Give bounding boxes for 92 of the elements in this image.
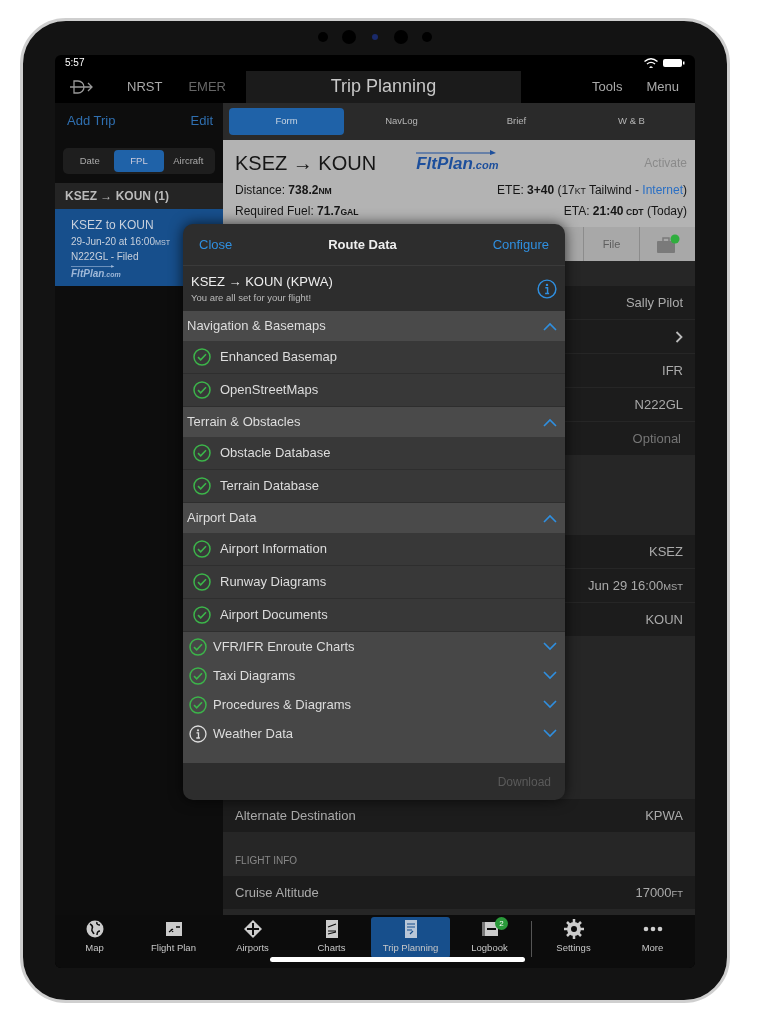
section-header: FLIGHT INFO <box>234 854 299 868</box>
section-row[interactable]: Procedures & Diagrams <box>183 690 565 719</box>
route-title: KSEZ → KOUN <box>235 151 377 176</box>
item-label: Obstacle Database <box>220 444 331 463</box>
form-row[interactable]: Cruise Altitude 17000FT <box>223 876 695 910</box>
field-value: Sally Pilot <box>625 293 683 312</box>
field-value: 17000FT <box>635 883 683 902</box>
tab[interactable]: NavLog <box>344 108 459 135</box>
tab[interactable]: W & B <box>574 108 689 135</box>
add-trip-link[interactable]: Add Trip <box>67 111 116 131</box>
chevron-up-icon[interactable] <box>543 417 557 427</box>
nav-link[interactable]: Menu <box>646 76 679 97</box>
sort-segment[interactable]: Aircraft <box>163 150 213 173</box>
section-title: Procedures & Diagrams <box>213 695 352 714</box>
logbook-icon <box>479 919 500 939</box>
check-icon <box>189 637 207 656</box>
check-icon <box>193 477 211 495</box>
check-icon <box>193 540 211 558</box>
sort-segment[interactable]: Date <box>65 150 115 173</box>
count-badge: 2 <box>495 917 508 930</box>
input-field[interactable]: Optional <box>563 427 683 450</box>
configure-button[interactable]: Configure <box>492 234 549 255</box>
field-value: IFR <box>662 361 683 380</box>
check-icon <box>189 666 207 685</box>
field-value: N222GL <box>634 395 683 414</box>
status-time: 5:57 <box>65 56 85 70</box>
chevron-up-icon[interactable] <box>543 321 557 331</box>
chevron-up-icon[interactable] <box>543 513 557 523</box>
section-header[interactable]: Terrain & Obstacles <box>183 407 565 437</box>
item-label: Airport Information <box>220 540 327 559</box>
check-icon <box>193 381 211 399</box>
tab-bar-item[interactable]: More <box>613 917 692 959</box>
settings-icon <box>563 919 584 939</box>
edit-link[interactable]: Edit <box>190 111 213 131</box>
section-title: Terrain & Obstacles <box>187 413 301 432</box>
fuel-text: Required Fuel: 71.7GAL <box>235 203 359 220</box>
section-title: Navigation & Basemaps <box>187 317 326 336</box>
airport-icon <box>242 919 263 939</box>
section-row[interactable]: Taxi Diagrams <box>183 661 565 690</box>
section-title: Weather Data <box>213 724 294 743</box>
info-icon[interactable] <box>537 278 557 299</box>
field-label: Cruise Altitude <box>235 883 319 902</box>
check-icon <box>193 348 211 366</box>
section-row[interactable]: VFR/IFR Enroute Charts <box>183 632 565 661</box>
item-label: OpenStreetMaps <box>220 381 319 400</box>
form-row[interactable]: Alternate Destination KPWA <box>223 799 695 833</box>
section-title: Taxi Diagrams <box>213 666 297 685</box>
trip-group-header: KSEZ → KOUN (1) <box>55 183 223 210</box>
status-message: You are all set for your flight! <box>191 291 313 306</box>
tab-bar-item[interactable]: Settings <box>534 917 613 959</box>
check-icon <box>193 606 211 624</box>
section-title: VFR/IFR Enroute Charts <box>213 637 356 656</box>
dialog-title: Route Data <box>328 235 397 254</box>
section-header[interactable]: Navigation & Basemaps <box>183 311 565 341</box>
item-label: Enhanced Basemap <box>220 348 338 367</box>
section-row[interactable]: Weather Data <box>183 719 565 748</box>
field-label: Alternate Destination <box>235 806 356 825</box>
chevron-down-icon[interactable] <box>543 642 557 651</box>
trip-status: N222GL - Filed <box>71 250 140 265</box>
flight-plan-icon <box>163 919 184 939</box>
section-header[interactable]: Airport Data <box>183 503 565 533</box>
distance-text: Distance: 738.2NM <box>235 182 332 199</box>
item-label: Terrain Database <box>220 477 319 496</box>
field-value: Jun 29 16:00MST <box>588 576 683 595</box>
chevron-right-icon <box>675 330 683 343</box>
info-icon <box>189 724 207 743</box>
check-icon <box>189 695 207 714</box>
item-label: Airport Documents <box>220 606 328 625</box>
direct-to-icon[interactable] <box>69 79 95 94</box>
nav-link[interactable]: NRST <box>127 76 163 97</box>
section-title: Airport Data <box>187 509 257 528</box>
chevron-down-icon[interactable] <box>543 671 557 680</box>
field-value: KOUN <box>645 610 683 629</box>
globe-icon <box>84 919 105 939</box>
chevron-down-icon[interactable] <box>543 729 557 738</box>
screen-title: Trip Planning <box>245 70 521 103</box>
trip-title: KSEZ to KOUN <box>71 217 155 235</box>
chevron-down-icon[interactable] <box>543 700 557 709</box>
tab[interactable]: Form <box>229 108 344 135</box>
item-label: Runway Diagrams <box>220 573 327 592</box>
tab-bar-item[interactable]: Flight Plan <box>134 917 213 959</box>
tab-bar-item[interactable]: Trip Planning <box>371 917 450 959</box>
nav-link[interactable]: Tools <box>592 76 623 97</box>
field-value: KPWA <box>645 806 683 825</box>
check-icon <box>193 444 211 462</box>
tab-bar-item[interactable]: Map <box>55 917 134 959</box>
check-icon <box>193 573 211 591</box>
tab[interactable]: Brief <box>459 108 574 135</box>
field-value: KSEZ <box>649 542 683 561</box>
sort-segment[interactable]: FPL <box>114 150 164 173</box>
ete-text: ETE: 3+40 (17KT Tailwind - Internet) <box>497 182 687 199</box>
eta-text: ETA: 21:40 CDT (Today) <box>563 203 687 220</box>
